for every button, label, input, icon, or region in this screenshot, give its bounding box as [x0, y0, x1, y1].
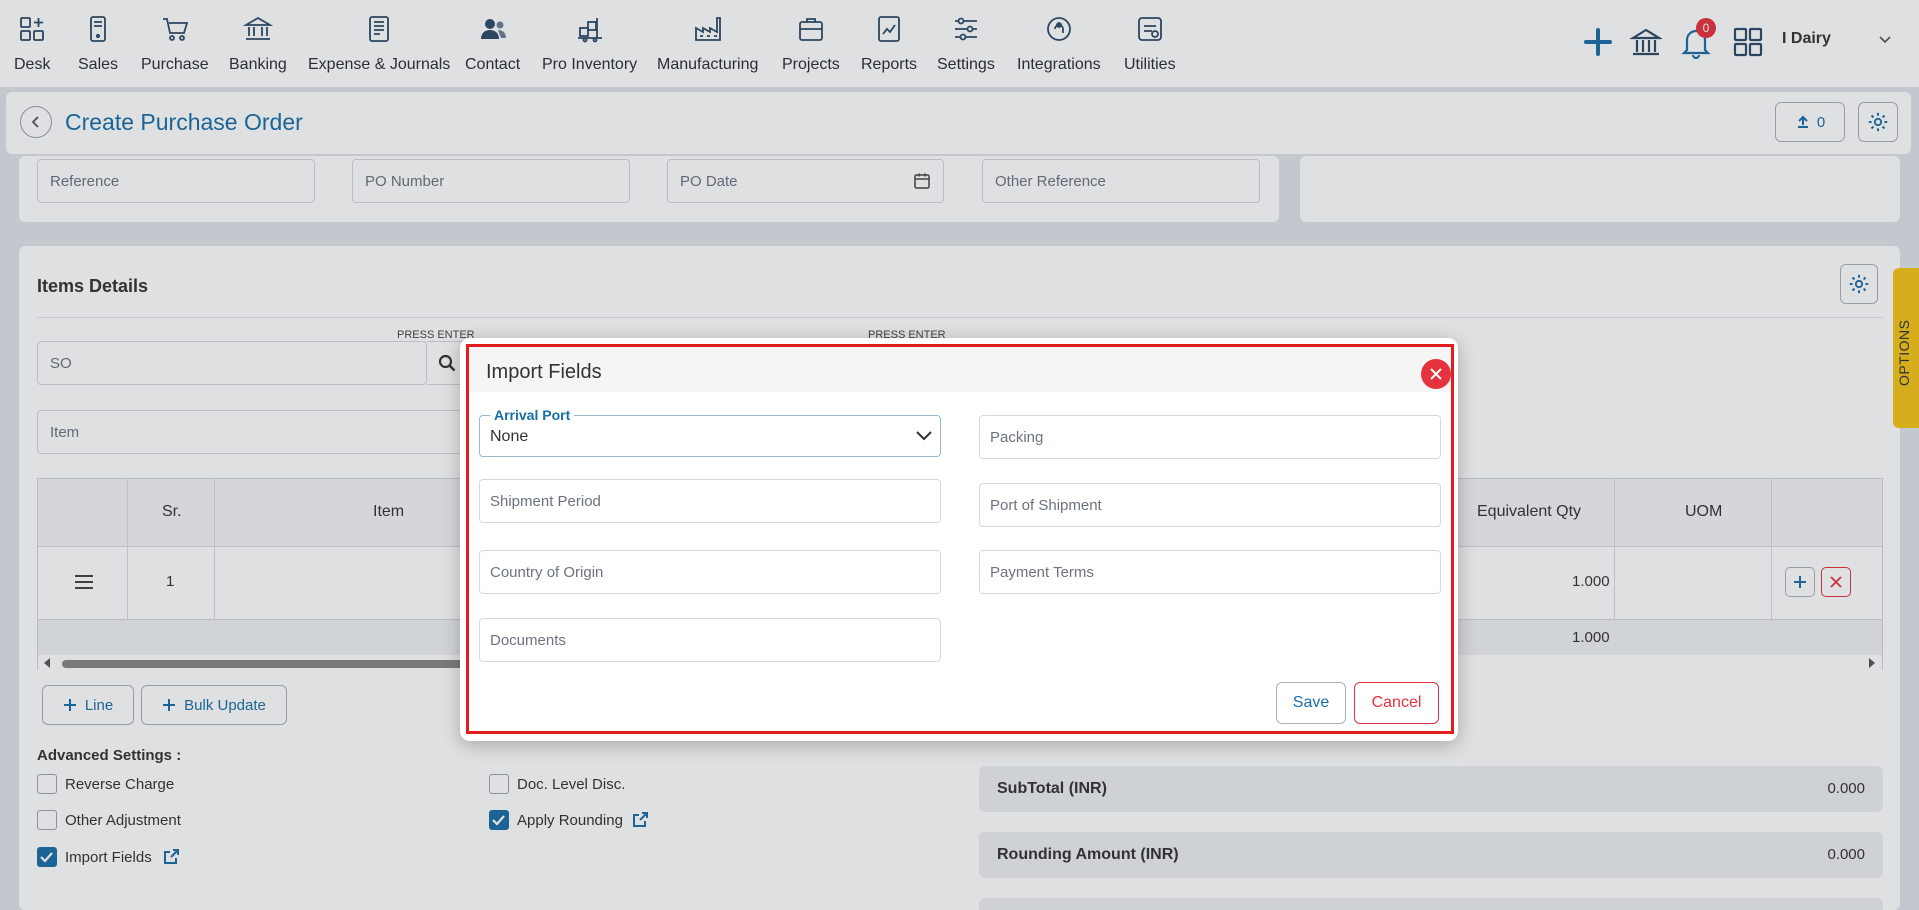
country-of-origin-input[interactable]: Country of Origin	[479, 550, 941, 594]
documents-input[interactable]: Documents	[479, 618, 941, 662]
packing-input[interactable]: Packing	[979, 415, 1441, 459]
port-of-shipment-input[interactable]: Port of Shipment	[979, 483, 1441, 527]
modal-close-button[interactable]	[1421, 359, 1451, 389]
close-icon	[1430, 368, 1442, 380]
arrival-port-value: None	[490, 428, 529, 445]
shipment-period-input[interactable]: Shipment Period	[479, 479, 941, 523]
save-button[interactable]: Save	[1276, 682, 1346, 724]
cancel-button[interactable]: Cancel	[1354, 682, 1439, 724]
chevron-down-icon[interactable]	[914, 426, 934, 446]
modal-title: Import Fields	[486, 361, 602, 383]
import-fields-modal: Import Fields	[460, 338, 1458, 741]
arrival-port-label: Arrival Port	[490, 407, 575, 423]
modal-header: Import Fields	[467, 345, 1451, 392]
payment-terms-input[interactable]: Payment Terms	[979, 550, 1441, 594]
arrival-port-select[interactable]: Arrival Port None	[479, 407, 941, 457]
